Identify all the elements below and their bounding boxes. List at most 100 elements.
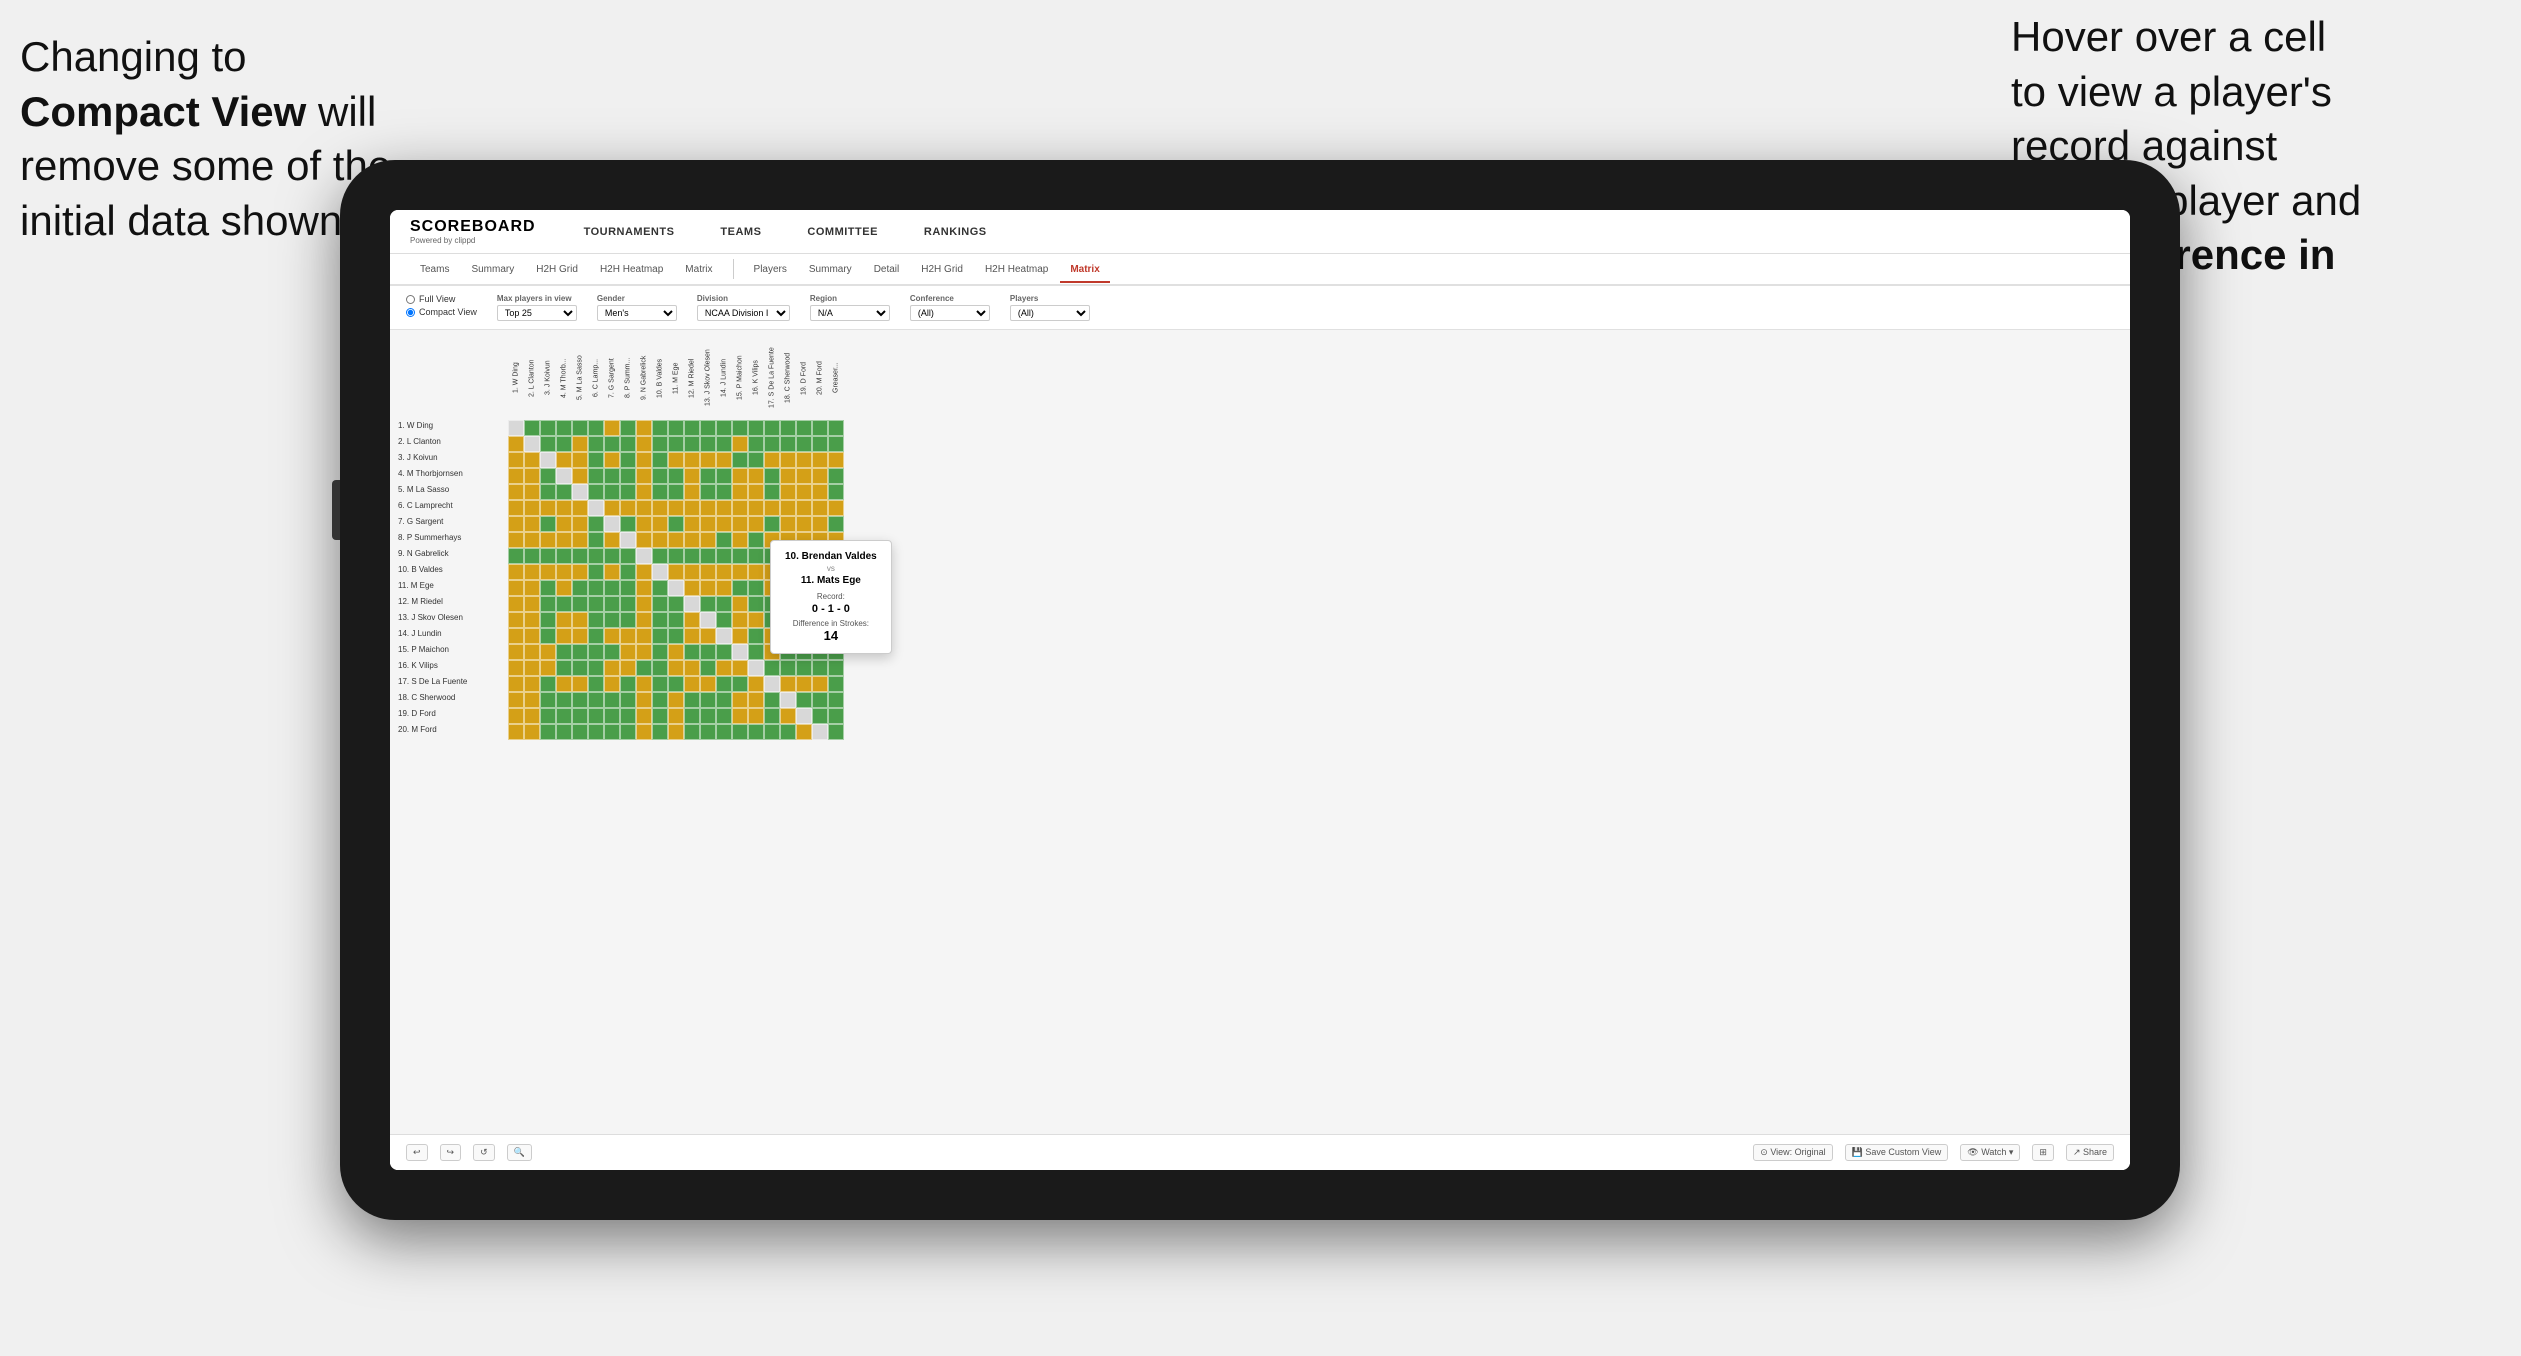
matrix-cell-r18-c17[interactable] (764, 692, 780, 708)
matrix-cell-r3-c2[interactable] (524, 452, 540, 468)
matrix-cell-r4-c13[interactable] (700, 468, 716, 484)
matrix-cell-r14-c12[interactable] (684, 628, 700, 644)
matrix-cell-r2-c1[interactable] (508, 436, 524, 452)
matrix-cell-r7-c16[interactable] (748, 516, 764, 532)
sub-nav-detail[interactable]: Detail (864, 258, 910, 283)
matrix-cell-r5-c18[interactable] (780, 484, 796, 500)
matrix-cell-r12-c3[interactable] (540, 596, 556, 612)
sub-nav-h2h-heatmap1[interactable]: H2H Heatmap (590, 258, 673, 283)
matrix-cell-r13-c8[interactable] (620, 612, 636, 628)
matrix-cell-r7-c19[interactable] (796, 516, 812, 532)
matrix-cell-r1-c3[interactable] (540, 420, 556, 436)
matrix-cell-r15-c6[interactable] (588, 644, 604, 660)
matrix-cell-r5-c12[interactable] (684, 484, 700, 500)
matrix-cell-r3-c10[interactable] (652, 452, 668, 468)
matrix-cell-r9-c7[interactable] (604, 548, 620, 564)
matrix-cell-r18-c14[interactable] (716, 692, 732, 708)
matrix-cell-r17-c14[interactable] (716, 676, 732, 692)
matrix-cell-r2-c13[interactable] (700, 436, 716, 452)
matrix-cell-r6-c19[interactable] (796, 500, 812, 516)
matrix-cell-r20-c19[interactable] (796, 724, 812, 740)
matrix-cell-r19-c21[interactable] (828, 708, 844, 724)
matrix-cell-r8-c8[interactable] (620, 532, 636, 548)
matrix-cell-r18-c21[interactable] (828, 692, 844, 708)
matrix-cell-r20-c18[interactable] (780, 724, 796, 740)
compact-view-radio[interactable] (406, 308, 415, 317)
matrix-cell-r16-c3[interactable] (540, 660, 556, 676)
matrix-cell-r4-c17[interactable] (764, 468, 780, 484)
matrix-cell-r19-c16[interactable] (748, 708, 764, 724)
matrix-cell-r6-c5[interactable] (572, 500, 588, 516)
matrix-cell-r20-c10[interactable] (652, 724, 668, 740)
matrix-cell-r20-c1[interactable] (508, 724, 524, 740)
matrix-cell-r13-c10[interactable] (652, 612, 668, 628)
matrix-cell-r20-c9[interactable] (636, 724, 652, 740)
matrix-cell-r12-c12[interactable] (684, 596, 700, 612)
reset-btn[interactable]: ↺ (473, 1144, 495, 1161)
matrix-cell-r11-c11[interactable] (668, 580, 684, 596)
matrix-cell-r4-c18[interactable] (780, 468, 796, 484)
matrix-cell-r19-c7[interactable] (604, 708, 620, 724)
matrix-cell-r18-c19[interactable] (796, 692, 812, 708)
matrix-cell-r19-c5[interactable] (572, 708, 588, 724)
matrix-cell-r4-c21[interactable] (828, 468, 844, 484)
matrix-cell-r7-c14[interactable] (716, 516, 732, 532)
matrix-cell-r18-c3[interactable] (540, 692, 556, 708)
nav-rankings[interactable]: RANKINGS (916, 222, 995, 242)
matrix-cell-r15-c2[interactable] (524, 644, 540, 660)
matrix-cell-r6-c2[interactable] (524, 500, 540, 516)
nav-teams[interactable]: TEAMS (712, 222, 769, 242)
save-custom-btn[interactable]: 💾 Save Custom View (1845, 1144, 1949, 1161)
matrix-cell-r15-c14[interactable] (716, 644, 732, 660)
matrix-cell-r7-c13[interactable] (700, 516, 716, 532)
matrix-cell-r20-c4[interactable] (556, 724, 572, 740)
matrix-cell-r10-c9[interactable] (636, 564, 652, 580)
sub-nav-matrix2[interactable]: Matrix (1060, 258, 1109, 283)
matrix-cell-r9-c10[interactable] (652, 548, 668, 564)
matrix-cell-r17-c4[interactable] (556, 676, 572, 692)
full-view-radio[interactable] (406, 295, 415, 304)
matrix-cell-r12-c8[interactable] (620, 596, 636, 612)
matrix-cell-r17-c19[interactable] (796, 676, 812, 692)
matrix-cell-r16-c2[interactable] (524, 660, 540, 676)
matrix-cell-r8-c2[interactable] (524, 532, 540, 548)
matrix-cell-r7-c7[interactable] (604, 516, 620, 532)
matrix-cell-r17-c16[interactable] (748, 676, 764, 692)
filter-region-select[interactable]: N/A (810, 305, 890, 321)
matrix-cell-r9-c1[interactable] (508, 548, 524, 564)
matrix-cell-r15-c15[interactable] (732, 644, 748, 660)
matrix-cell-r1-c17[interactable] (764, 420, 780, 436)
filter-gender-select[interactable]: Men's (597, 305, 677, 321)
matrix-cell-r18-c7[interactable] (604, 692, 620, 708)
matrix-cell-r6-c7[interactable] (604, 500, 620, 516)
matrix-cell-r10-c10[interactable] (652, 564, 668, 580)
matrix-cell-r7-c9[interactable] (636, 516, 652, 532)
matrix-cell-r8-c11[interactable] (668, 532, 684, 548)
matrix-cell-r18-c2[interactable] (524, 692, 540, 708)
matrix-cell-r15-c3[interactable] (540, 644, 556, 660)
matrix-cell-r10-c4[interactable] (556, 564, 572, 580)
matrix-cell-r6-c6[interactable] (588, 500, 604, 516)
matrix-cell-r1-c11[interactable] (668, 420, 684, 436)
matrix-cell-r7-c5[interactable] (572, 516, 588, 532)
matrix-cell-r3-c5[interactable] (572, 452, 588, 468)
matrix-cell-r3-c4[interactable] (556, 452, 572, 468)
matrix-cell-r3-c15[interactable] (732, 452, 748, 468)
matrix-cell-r7-c17[interactable] (764, 516, 780, 532)
matrix-cell-r2-c12[interactable] (684, 436, 700, 452)
matrix-cell-r15-c8[interactable] (620, 644, 636, 660)
matrix-cell-r10-c1[interactable] (508, 564, 524, 580)
matrix-cell-r11-c8[interactable] (620, 580, 636, 596)
matrix-cell-r16-c13[interactable] (700, 660, 716, 676)
matrix-cell-r4-c5[interactable] (572, 468, 588, 484)
matrix-cell-r13-c11[interactable] (668, 612, 684, 628)
compact-view-label[interactable]: Compact View (406, 307, 477, 317)
matrix-cell-r4-c19[interactable] (796, 468, 812, 484)
matrix-cell-r20-c16[interactable] (748, 724, 764, 740)
matrix-cell-r6-c9[interactable] (636, 500, 652, 516)
matrix-cell-r1-c5[interactable] (572, 420, 588, 436)
matrix-cell-r6-c3[interactable] (540, 500, 556, 516)
matrix-cell-r14-c6[interactable] (588, 628, 604, 644)
matrix-cell-r18-c11[interactable] (668, 692, 684, 708)
matrix-cell-r9-c9[interactable] (636, 548, 652, 564)
